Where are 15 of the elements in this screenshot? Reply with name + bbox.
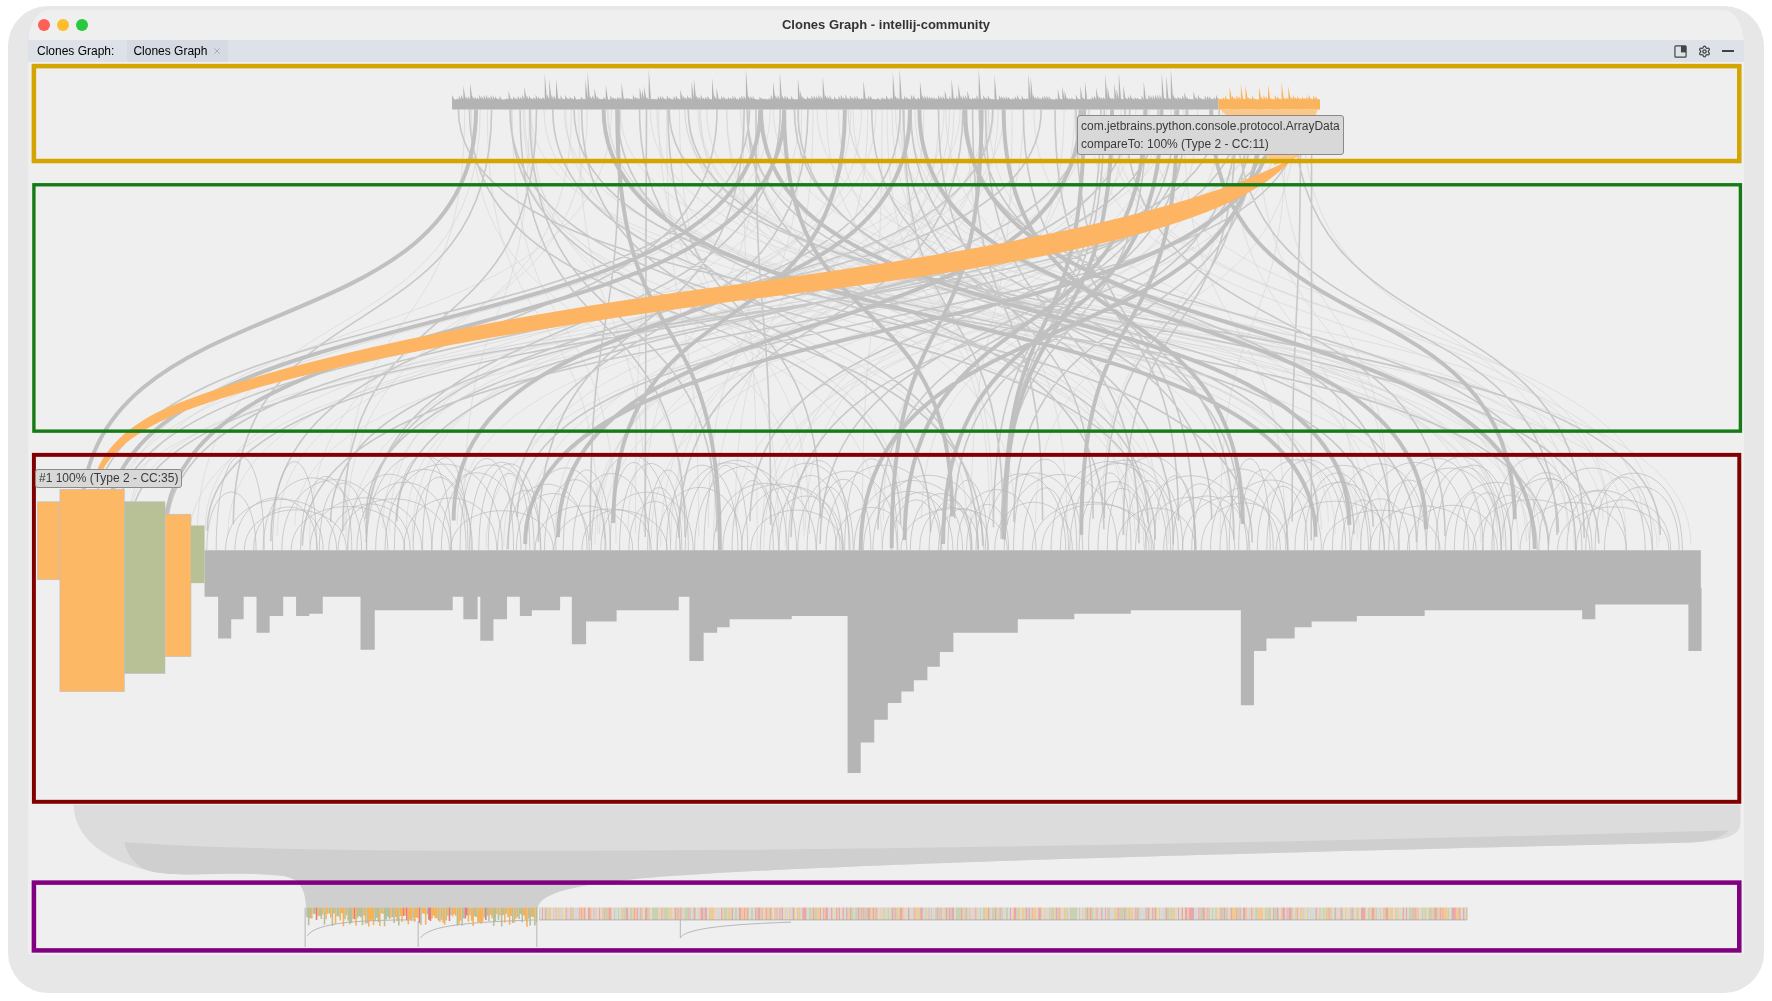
close-icon[interactable] — [212, 46, 223, 56]
close-window-button[interactable] — [38, 19, 50, 31]
tooltip-text: compareTo: 100% (Type 2 - CC:11) — [1081, 136, 1270, 153]
layout-button[interactable] — [1672, 43, 1688, 59]
tool-window-label: Clones Graph: — [37, 43, 115, 60]
settings-icon — [1697, 44, 1711, 58]
minus-icon — [1722, 50, 1734, 52]
window-title: Clones Graph - intellij-community — [782, 16, 990, 35]
maximize-window-button[interactable] — [76, 19, 88, 31]
tooltip: #1 100% (Type 2 - CC:35) — [35, 469, 183, 488]
settings-button[interactable] — [1696, 43, 1712, 59]
minimize-window-button[interactable] — [57, 19, 69, 31]
tab[interactable]: Clones Graph — [127, 40, 229, 62]
tooltip-text: com.jetbrains.python.console.protocol.ArrayData — [1081, 118, 1340, 135]
split-window-icon — [1673, 44, 1687, 58]
